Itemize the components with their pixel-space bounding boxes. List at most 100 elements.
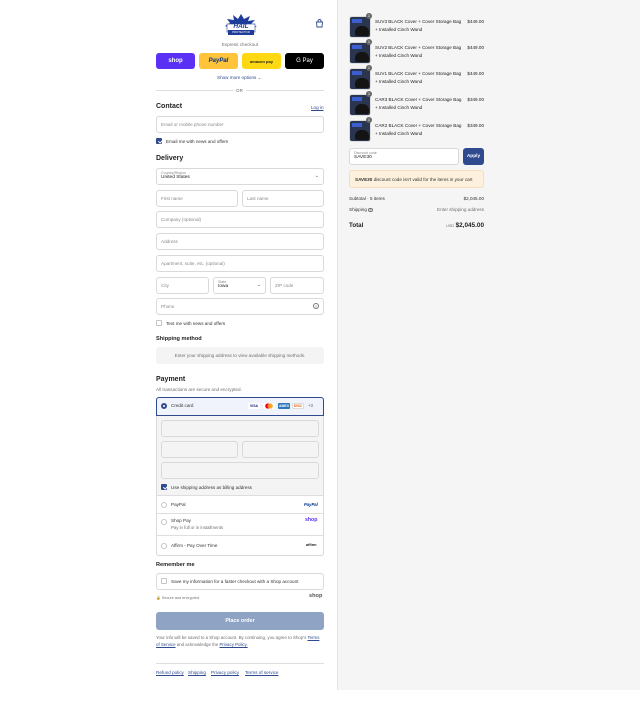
show-more-options-link[interactable]: Show more options ⌄ xyxy=(217,75,261,81)
expiration-field[interactable] xyxy=(161,441,238,458)
billing-address-label: Use shipping address as billing address xyxy=(171,485,252,490)
logo-subtext: PROTECTOR xyxy=(228,30,254,35)
company-field[interactable]: Company (optional) xyxy=(156,211,324,228)
first-name-field[interactable]: First name xyxy=(156,190,238,207)
help-icon[interactable]: ? xyxy=(368,207,373,213)
phone-placeholder: Phone xyxy=(161,304,175,309)
contact-heading: Contact xyxy=(156,103,183,110)
card-number-field[interactable] xyxy=(161,420,319,437)
product-title: SUV3 BLACK Cover + Cover Storage Bag + I… xyxy=(375,19,462,32)
footer-divider xyxy=(156,663,324,664)
product-price: $349.00 xyxy=(467,97,484,102)
apply-discount-button[interactable]: Apply xyxy=(463,148,484,165)
email-news-label: Email me with news and offers xyxy=(166,139,229,144)
total-value: $2,045.00 xyxy=(455,222,484,229)
place-order-button[interactable]: Place order xyxy=(156,612,324,630)
product-price: $349.00 xyxy=(467,123,484,128)
sms-news-checkbox[interactable] xyxy=(156,320,162,326)
quantity-badge: 1 xyxy=(366,39,372,45)
shop-pay-sublabel: Pay in full or in installments xyxy=(171,525,224,530)
total-amount: USD $2,045.00 xyxy=(430,222,484,229)
name-on-card-field[interactable] xyxy=(161,462,319,479)
paypal-label: PayPal xyxy=(171,502,186,507)
product-title: SUV2 BLACK Cover + Cover Storage Bag + I… xyxy=(375,45,462,58)
state-select[interactable]: State Iowa ⌄ xyxy=(213,277,266,294)
product-price: $449.00 xyxy=(467,19,484,24)
terms-of-service-footer-link[interactable]: Terms of service xyxy=(245,670,278,675)
hail-protector-logo[interactable]: HAIL PROTECTOR xyxy=(224,14,258,36)
legal-sentence: Your info will be saved to a Shop accoun… xyxy=(156,635,307,640)
shipping-method-heading: Shipping method xyxy=(156,336,202,342)
payment-heading: Payment xyxy=(156,376,186,383)
chevron-down-icon: ⌄ xyxy=(314,173,319,179)
subtotal-label: Subtotal · 5 items xyxy=(349,196,385,201)
delivery-heading: Delivery xyxy=(156,155,184,162)
product-price: $449.00 xyxy=(467,45,484,50)
secure-encrypted-note: 🔒 Secure and encrypted xyxy=(156,595,199,600)
total-label: Total xyxy=(349,222,364,229)
more-cards-badge: +3 xyxy=(308,403,313,408)
secure-encrypted-text: Secure and encrypted xyxy=(161,596,199,600)
lock-icon: 🔒 xyxy=(156,596,161,600)
visa-icon: VISA xyxy=(248,403,260,409)
privacy-policy-link[interactable]: Privacy Policy. xyxy=(220,642,248,647)
address-field[interactable]: Address xyxy=(156,233,324,250)
quantity-badge: 1 xyxy=(366,117,372,123)
login-link[interactable]: Log in xyxy=(311,105,324,110)
country-select[interactable]: Country/Region United States ⌄ xyxy=(156,168,324,185)
last-name-field[interactable]: Last name xyxy=(242,190,324,207)
product-thumbnail xyxy=(349,16,371,38)
security-code-field[interactable] xyxy=(242,441,319,458)
discover-icon: DISC xyxy=(292,403,304,409)
product-thumbnail xyxy=(349,94,371,116)
apartment-field[interactable]: Apartment, suite, etc. (optional) xyxy=(156,255,324,272)
email-news-checkbox[interactable] xyxy=(156,138,162,144)
refund-policy-link[interactable]: Refund policy xyxy=(156,670,184,675)
google-pay-button[interactable]: G Pay xyxy=(285,53,324,69)
shipping-method-placeholder: Enter your shipping address to view avai… xyxy=(156,347,324,364)
amazon-pay-button[interactable]: amazon pay xyxy=(242,53,281,69)
affirm-logo: affirm xyxy=(306,543,317,547)
help-icon[interactable]: ? xyxy=(313,303,319,309)
discount-error-code: SAVE30 xyxy=(355,176,373,182)
subtotal-value: $2,045.00 xyxy=(463,196,484,201)
shop-pay-radio[interactable] xyxy=(161,519,167,525)
logo-text: HAIL xyxy=(233,23,249,30)
paypal-logo: PayPal xyxy=(304,502,318,507)
or-separator: OR xyxy=(236,88,243,93)
shop-pay-button[interactable]: shop xyxy=(156,53,195,69)
shipping-policy-link[interactable]: Shipping xyxy=(188,670,206,675)
paypal-button[interactable]: PayPal xyxy=(199,53,238,69)
billing-address-checkbox[interactable] xyxy=(161,484,167,490)
discount-error-banner: SAVE30 discount code isn't valid for the… xyxy=(349,170,484,188)
affirm-radio[interactable] xyxy=(161,543,167,549)
product-title: SUV1 BLACK Cover + Cover Storage Bag + I… xyxy=(375,71,462,84)
product-title: CAR2 BLACK Cover + Cover Storage Bag + I… xyxy=(375,123,462,136)
save-info-label: Save my information for a faster checkou… xyxy=(171,579,299,584)
divider xyxy=(156,535,324,536)
mastercard-icon xyxy=(263,403,275,409)
shop-pay-label: Shop Pay xyxy=(171,518,191,523)
phone-field[interactable]: Phone ? xyxy=(156,298,324,315)
shipping-summary: Shipping ? xyxy=(349,207,373,213)
cart-icon[interactable] xyxy=(315,19,324,28)
quantity-badge: 1 xyxy=(366,13,372,19)
paypal-radio[interactable] xyxy=(161,502,167,508)
shipping-summary-label: Shipping xyxy=(349,207,367,212)
divider xyxy=(156,495,324,496)
divider-left xyxy=(156,90,234,91)
email-field[interactable]: Email or mobile phone number xyxy=(156,116,324,133)
shop-logo: shop xyxy=(309,593,323,599)
total-currency: USD xyxy=(446,224,455,228)
chevron-down-icon: ⌄ xyxy=(256,282,261,288)
legal-and: and acknowledge the xyxy=(176,642,219,647)
divider-right xyxy=(246,90,324,91)
product-title: CAR3 BLACK Cover + Cover Storage Bag + I… xyxy=(375,97,462,110)
discount-code-field[interactable]: Discount code SAVE30 xyxy=(349,148,459,165)
legal-text: Your info will be saved to a Shop accoun… xyxy=(156,634,324,648)
save-info-checkbox[interactable] xyxy=(161,578,167,584)
credit-card-radio[interactable] xyxy=(161,403,167,409)
zip-field[interactable]: ZIP code xyxy=(270,277,324,294)
city-field[interactable]: City xyxy=(156,277,209,294)
privacy-policy-footer-link[interactable]: Privacy policy xyxy=(211,670,239,675)
